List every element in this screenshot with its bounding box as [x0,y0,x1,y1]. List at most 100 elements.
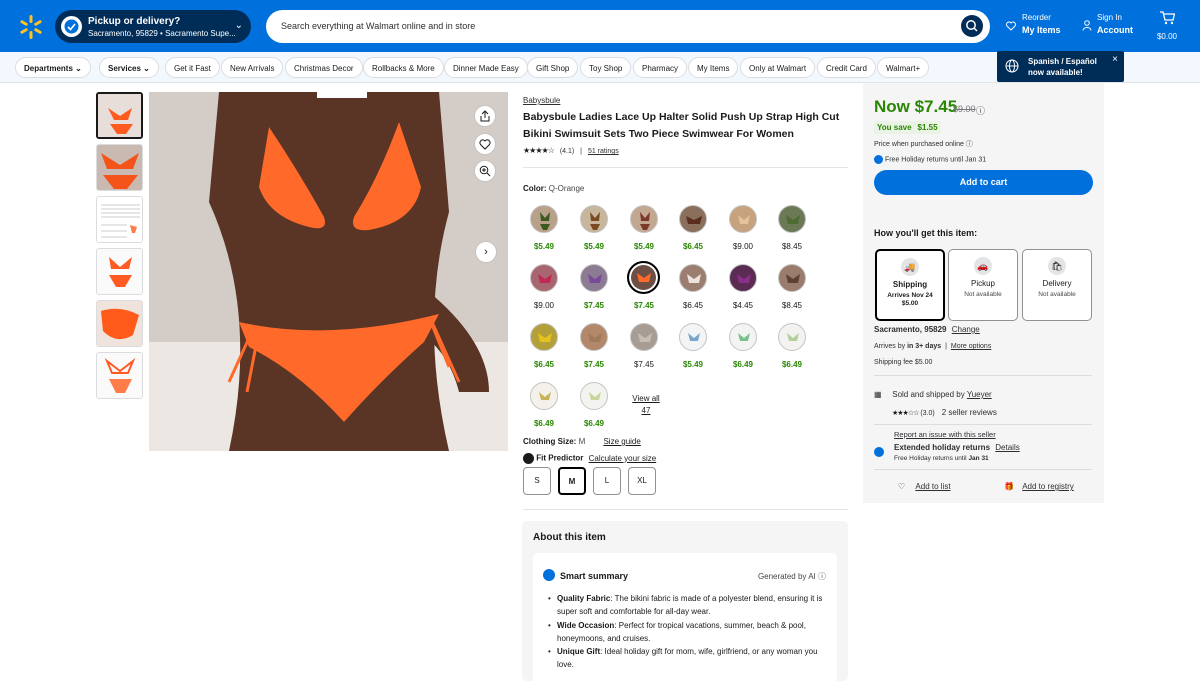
location-text: Sacramento, 95829 [874,325,947,334]
brand-link[interactable]: Babysbule [523,96,560,105]
nav-rollbacks[interactable]: Rollbacks & More [363,57,444,78]
fulfillment-pickup[interactable]: 🚗 Pickup Not available [948,249,1018,321]
swatch-price: $9.00 [732,242,754,251]
color-swatch[interactable] [729,323,757,351]
thumbnail-6[interactable] [96,352,143,399]
nav-gift-shop[interactable]: Gift Shop [527,57,579,78]
color-swatch[interactable] [580,382,608,410]
nav-new-arrivals[interactable]: New Arrivals [221,57,284,78]
thumbnail-5[interactable] [96,300,143,347]
thumbnail-4[interactable] [96,248,143,295]
pickup-avatar-icon [61,16,82,37]
holiday-returns: Free Holiday returns until Jan 31 [874,155,986,164]
thumbnail-2[interactable] [96,144,143,191]
color-swatch[interactable] [630,205,658,233]
color-swatch[interactable] [630,323,658,351]
share-button[interactable] [474,105,496,127]
seller-stars-icon: ★★★☆☆ [892,410,919,417]
seller-reviews[interactable]: 2 seller reviews [942,408,997,417]
ratings-link[interactable]: 51 ratings [588,148,619,155]
nav-toy-shop[interactable]: Toy Shop [580,57,632,78]
size-option-s[interactable]: S [523,467,551,495]
walmart-spark-logo[interactable] [18,14,44,40]
bullet-dot: • [548,647,551,656]
language-toast-text: Spanish / Español now available! [1028,56,1097,78]
account-label: Account [1097,25,1133,35]
size-option-m[interactable]: M [558,467,586,495]
search-input[interactable]: Search everything at Walmart online and … [281,21,475,31]
thumbnail-1[interactable] [96,92,143,139]
color-swatch[interactable] [530,264,558,292]
zoom-button[interactable] [474,160,496,182]
option-name: Delivery [1042,279,1072,288]
color-swatch[interactable] [530,382,558,410]
nav-services[interactable]: Services ⌄ [99,57,159,78]
color-swatch[interactable] [679,323,707,351]
nav-christmas-decor[interactable]: Christmas Decor [285,57,363,78]
thumbnail-3[interactable] [96,196,143,243]
returns-icon [874,155,883,164]
returns-icon [874,447,884,457]
size-option-l[interactable]: L [593,467,621,495]
color-swatch[interactable] [729,264,757,292]
color-swatch[interactable] [580,264,608,292]
size-guide-link[interactable]: Size guide [603,437,640,446]
search-bar[interactable]: Search everything at Walmart online and … [266,10,990,43]
nav-get-it-fast[interactable]: Get it Fast [165,57,220,78]
size-option-xl[interactable]: XL [628,467,656,495]
fulfillment-delivery[interactable]: 🛍 Delivery Not available [1022,249,1092,321]
product-main-image[interactable] [149,92,508,451]
how-get-heading: How you'll get this item: [874,228,978,238]
color-swatch[interactable] [530,323,558,351]
fulfillment-shipping[interactable]: 🚚 Shipping Arrives Nov 24 $5.00 [875,249,945,321]
cart-button[interactable]: $0.00 [1155,11,1179,41]
color-swatch[interactable] [778,264,806,292]
search-button[interactable] [961,15,983,37]
nav-departments[interactable]: Departments ⌄ [15,57,91,78]
seller-link[interactable]: Yueyer [967,390,992,399]
nav-only-at-walmart[interactable]: Only at Walmart [740,57,816,78]
swatch-price: $4.45 [732,301,754,310]
star-rating-icon: ★★★★☆ [523,146,555,155]
color-swatch[interactable] [530,205,558,233]
swatch-price: $7.45 [583,301,605,310]
change-location-link[interactable]: Change [952,325,980,334]
color-swatch[interactable] [778,205,806,233]
sign-in-account[interactable]: Sign In Account [1082,13,1133,35]
color-swatch[interactable] [679,205,707,233]
more-options-link[interactable]: More options [951,343,991,350]
nav-walmart-plus[interactable]: Walmart+ [877,57,930,78]
pickup-delivery-selector[interactable]: Pickup or delivery? Sacramento, 95829 • … [55,10,251,43]
color-swatch[interactable] [729,205,757,233]
nav-credit-card[interactable]: Credit Card [817,57,876,78]
calculate-size-link[interactable]: Calculate your size [589,454,657,463]
color-swatch[interactable] [778,323,806,351]
details-link[interactable]: Details [995,443,1019,452]
reorder-my-items[interactable]: Reorder My Items [1006,13,1061,35]
report-seller-link[interactable]: Report an issue with this seller [894,430,996,439]
share-icon [480,110,490,122]
close-icon[interactable]: × [1112,54,1118,65]
color-swatch[interactable] [580,205,608,233]
nav-pharmacy[interactable]: Pharmacy [633,57,688,78]
view-all-colors-link[interactable]: View all 47 [630,393,662,417]
info-icon[interactable]: ⓘ [976,104,985,117]
info-icon[interactable]: ⓘ [818,572,826,581]
color-swatch[interactable] [580,323,608,351]
you-save-label: You save [877,123,912,132]
size-value: M [578,437,586,446]
nav-my-items[interactable]: My Items [688,57,739,78]
next-image-button[interactable]: › [475,241,497,263]
add-to-registry-button[interactable]: 🎁 Add to registry [1004,482,1074,491]
add-to-cart-button[interactable]: Add to cart [874,170,1093,195]
sold-by-row: ▦ Sold and shipped by Yueyer [874,390,992,399]
color-swatch[interactable] [679,264,707,292]
color-swatch-selected[interactable] [627,261,660,294]
nav-dinner-made-easy[interactable]: Dinner Made Easy [444,57,528,78]
info-icon[interactable]: ⓘ [966,141,973,148]
add-to-list-button[interactable]: ♡ Add to list [898,482,951,491]
current-price: Now $7.45 [874,97,958,116]
swatch-price: $6.49 [732,360,754,369]
size-label-row: Clothing Size: M Size guide [523,437,641,446]
favorite-button[interactable] [474,133,496,155]
